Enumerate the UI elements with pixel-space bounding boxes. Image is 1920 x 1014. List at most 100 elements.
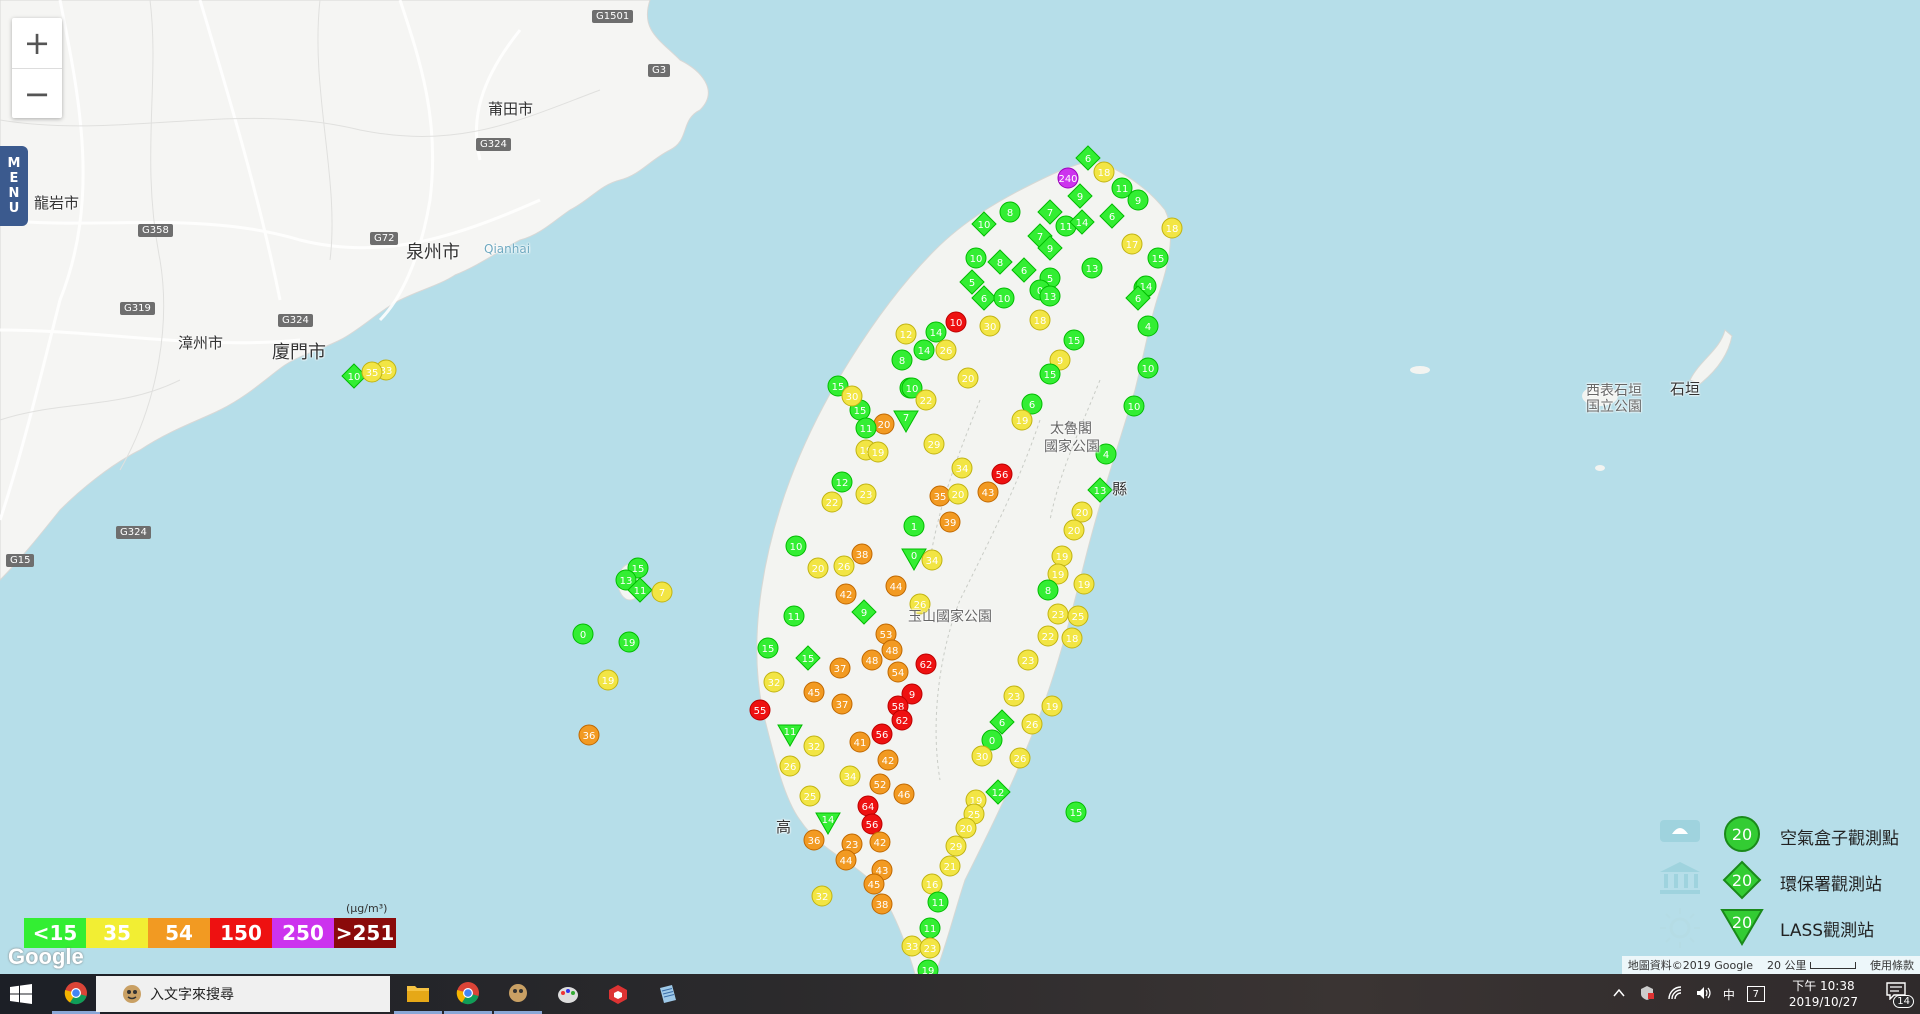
station-marker[interactable]: 48 <box>881 639 903 661</box>
station-marker[interactable]: 1 <box>903 515 925 537</box>
station-marker[interactable]: 25 <box>799 785 821 807</box>
station-marker[interactable]: 0 <box>572 623 594 645</box>
station-marker[interactable]: 34 <box>921 549 943 571</box>
station-marker[interactable]: 32 <box>811 885 833 907</box>
station-marker[interactable]: 32 <box>763 671 785 693</box>
station-marker[interactable]: 42 <box>835 583 857 605</box>
station-marker[interactable]: 42 <box>877 749 899 771</box>
station-marker[interactable]: 13 <box>1039 285 1061 307</box>
station-marker[interactable]: 17 <box>1121 233 1143 255</box>
station-marker[interactable]: 8 <box>999 201 1021 223</box>
station-marker[interactable]: 23 <box>1047 603 1069 625</box>
station-marker[interactable]: 26 <box>779 755 801 777</box>
station-marker[interactable]: 34 <box>839 765 861 787</box>
station-marker[interactable]: 37 <box>831 693 853 715</box>
google-logo[interactable]: Google <box>8 944 84 970</box>
station-marker[interactable]: 10 <box>945 311 967 333</box>
station-marker[interactable]: 26 <box>935 339 957 361</box>
taskbar-clock[interactable]: 下午 10:38 2019/10/27 <box>1789 978 1858 1010</box>
station-marker[interactable]: 56 <box>861 813 883 835</box>
legend-row-epa[interactable]: 20 環保署觀測站 <box>1650 858 1920 902</box>
station-marker[interactable]: 62 <box>891 709 913 731</box>
station-marker[interactable]: 48 <box>861 649 883 671</box>
station-marker[interactable]: 14 <box>913 339 935 361</box>
station-marker[interactable]: 7 <box>651 581 673 603</box>
notification-center-icon[interactable]: 14 <box>1886 982 1914 1008</box>
station-marker[interactable]: 56 <box>991 463 1013 485</box>
station-marker[interactable]: 19 <box>867 441 889 463</box>
station-marker[interactable]: 16 <box>921 873 943 895</box>
station-marker[interactable]: 35 <box>929 485 951 507</box>
station-marker[interactable]: 19 <box>1041 695 1063 717</box>
station-marker[interactable]: 4 <box>1137 315 1159 337</box>
station-marker[interactable]: 56 <box>871 723 893 745</box>
station-marker[interactable]: 8 <box>891 349 913 371</box>
station-marker[interactable]: 11 <box>919 917 941 939</box>
station-marker[interactable]: 43 <box>977 481 999 503</box>
station-marker[interactable]: 240 <box>1057 167 1079 189</box>
station-marker[interactable]: 18 <box>1161 217 1183 239</box>
station-marker[interactable]: 22 <box>1037 625 1059 647</box>
station-marker[interactable]: 54 <box>887 661 909 683</box>
scale-indicator[interactable]: 20 公里 <box>1767 957 1856 973</box>
station-marker[interactable]: 15 <box>1063 329 1085 351</box>
terms-link[interactable]: 使用條款 <box>1870 957 1914 973</box>
notes-taskbar-icon[interactable] <box>644 974 692 1014</box>
station-marker[interactable]: 15 <box>1065 801 1087 823</box>
station-marker[interactable]: 15 <box>757 637 779 659</box>
ime-indicator[interactable]: 中 <box>1723 986 1735 1003</box>
station-marker[interactable]: 8 <box>1037 579 1059 601</box>
station-marker[interactable]: 10 <box>965 247 987 269</box>
volume-icon[interactable] <box>1695 985 1711 1004</box>
station-marker[interactable]: 20 <box>947 483 969 505</box>
zoom-in-button[interactable]: + <box>12 18 62 69</box>
station-marker[interactable]: 30 <box>979 315 1001 337</box>
station-marker[interactable]: 20 <box>957 367 979 389</box>
station-marker[interactable]: 37 <box>829 657 851 679</box>
station-marker[interactable]: 36 <box>578 724 600 746</box>
station-marker[interactable]: 11 <box>783 605 805 627</box>
station-marker[interactable]: 36 <box>803 829 825 851</box>
security-icon[interactable] <box>1639 985 1655 1004</box>
station-marker[interactable]: 10 <box>1137 357 1159 379</box>
station-marker[interactable]: 38 <box>871 893 893 915</box>
station-marker[interactable]: 55 <box>749 699 771 721</box>
chrome-window-taskbar-icon[interactable] <box>444 974 492 1014</box>
wifi-icon[interactable] <box>1667 985 1683 1004</box>
legend-row-lass[interactable]: 20 LASS觀測站 <box>1650 904 1920 948</box>
file-explorer-taskbar-icon[interactable] <box>394 974 442 1014</box>
station-marker[interactable]: 42 <box>869 831 891 853</box>
station-marker[interactable]: 26 <box>833 555 855 577</box>
station-marker[interactable]: 41 <box>849 731 871 753</box>
station-marker[interactable]: 20 <box>1071 501 1093 523</box>
station-marker[interactable]: 12 <box>895 323 917 345</box>
station-marker[interactable]: 26 <box>1021 713 1043 735</box>
station-marker[interactable]: 11 <box>855 417 877 439</box>
station-marker[interactable]: 19 <box>597 669 619 691</box>
station-marker[interactable]: 18 <box>1061 627 1083 649</box>
station-marker[interactable]: 44 <box>835 849 857 871</box>
windows-start-icon[interactable] <box>10 984 32 1004</box>
station-marker[interactable]: 35 <box>361 361 383 383</box>
station-marker[interactable]: 34 <box>951 457 973 479</box>
station-marker[interactable]: 19 <box>1011 409 1033 431</box>
station-marker[interactable]: 64 <box>857 795 879 817</box>
station-marker[interactable]: 26 <box>1009 747 1031 769</box>
station-marker[interactable]: 18 <box>1029 309 1051 331</box>
station-marker[interactable]: 19 <box>618 631 640 653</box>
station-marker[interactable]: 44 <box>885 575 907 597</box>
station-marker[interactable]: 19 <box>1051 545 1073 567</box>
station-marker[interactable]: 18 <box>1093 161 1115 183</box>
station-marker[interactable]: 20 <box>955 817 977 839</box>
station-marker[interactable]: 20 <box>873 413 895 435</box>
station-marker[interactable]: 22 <box>821 491 843 513</box>
station-marker[interactable]: 21 <box>939 855 961 877</box>
station-marker[interactable]: 32 <box>803 735 825 757</box>
station-marker[interactable]: 10 <box>1123 395 1145 417</box>
station-marker[interactable]: 14 <box>925 321 947 343</box>
station-marker[interactable]: 23 <box>919 937 941 959</box>
station-marker[interactable]: 52 <box>869 773 891 795</box>
station-marker[interactable]: 62 <box>915 653 937 675</box>
station-marker[interactable]: 9 <box>1127 189 1149 211</box>
station-marker[interactable]: 39 <box>939 511 961 533</box>
